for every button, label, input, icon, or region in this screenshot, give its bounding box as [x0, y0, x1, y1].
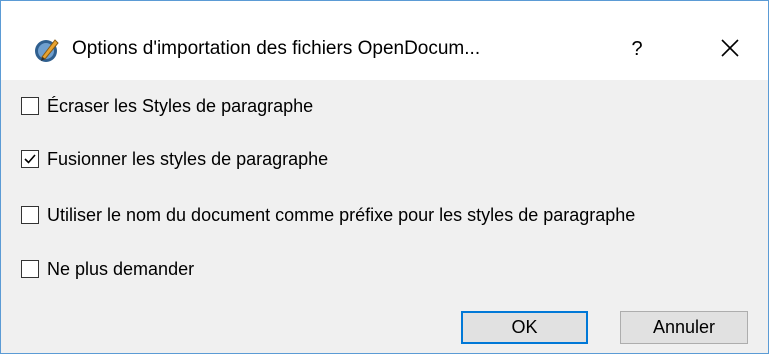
dialog-title: Options d'importation des fichiers OpenD… — [72, 38, 481, 59]
merge-styles-label: Fusionner les styles de paragraphe — [47, 149, 329, 169]
overwrite-styles-checkbox[interactable] — [21, 97, 39, 115]
document-name-prefix-checkbox[interactable] — [21, 206, 39, 224]
checkmark-icon — [24, 154, 36, 164]
option-dont-ask-again[interactable]: Ne plus demander — [21, 256, 194, 282]
option-merge-paragraph-styles[interactable]: Fusionner les styles de paragraphe — [21, 146, 328, 172]
merge-styles-checkbox[interactable] — [21, 150, 39, 168]
cancel-button[interactable]: Annuler — [620, 311, 748, 344]
dont-ask-again-checkbox[interactable] — [21, 260, 39, 278]
dont-ask-again-label: Ne plus demander — [47, 259, 195, 279]
application-icon — [34, 37, 60, 63]
close-icon — [721, 39, 739, 57]
import-options-dialog: Options d'importation des fichiers OpenD… — [0, 0, 769, 354]
document-name-prefix-label: Utiliser le nom du document comme préfix… — [47, 205, 636, 225]
title-bar[interactable]: Options d'importation des fichiers OpenD… — [1, 1, 768, 80]
close-button[interactable] — [715, 33, 745, 63]
overwrite-styles-label: Écraser les Styles de paragraphe — [47, 96, 314, 116]
ok-button[interactable]: OK — [461, 311, 588, 344]
option-use-document-name-prefix[interactable]: Utiliser le nom du document comme préfix… — [21, 202, 635, 228]
help-button[interactable]: ? — [623, 34, 651, 64]
option-overwrite-paragraph-styles[interactable]: Écraser les Styles de paragraphe — [21, 93, 313, 119]
